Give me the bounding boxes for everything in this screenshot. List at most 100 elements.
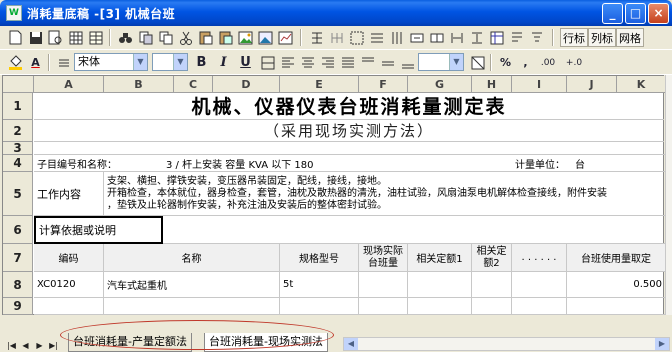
header-final-amount[interactable]: 台班使用量取定 [567, 244, 665, 272]
empty-cell[interactable] [280, 298, 359, 315]
horizontal-scrollbar[interactable]: ◀ ▶ [343, 337, 670, 351]
copy-icon[interactable] [156, 28, 175, 47]
work-content-value[interactable]: 支架、横担、撑铁安装，变压器吊装固定，配线，接线，接地。 开箱检查，本体就位，器… [104, 172, 665, 216]
header-spec[interactable]: 规格型号 [280, 244, 359, 272]
last-sheet-button[interactable]: ▶| [48, 340, 59, 351]
delete-row-icon[interactable] [367, 28, 386, 47]
italic-button[interactable]: I [214, 53, 233, 72]
work-content-label[interactable]: 工作内容 [34, 172, 104, 216]
empty-cell[interactable] [408, 298, 472, 315]
column-header-a[interactable]: A [34, 76, 104, 93]
sub-item-label[interactable]: 子目编号和名称： [34, 155, 174, 172]
sub-item-value[interactable]: 3 / 杆上安装 容量 KVA 以下 180 [163, 155, 513, 172]
insert-cell-icon[interactable] [347, 28, 366, 47]
bold-button[interactable]: B [192, 53, 211, 72]
data-more[interactable] [512, 272, 567, 298]
increase-decimal-button[interactable]: .00 [536, 53, 560, 72]
empty-cell[interactable] [34, 298, 104, 315]
calculation-basis-value[interactable] [163, 216, 665, 244]
delete-column-icon[interactable] [387, 28, 406, 47]
valign-top-icon[interactable] [358, 53, 377, 72]
align-center-icon[interactable] [298, 53, 317, 72]
column-header-h[interactable]: H [472, 76, 512, 93]
column-header-i[interactable]: I [512, 76, 567, 93]
row-height-icon[interactable] [467, 28, 486, 47]
percent-button[interactable]: % [496, 53, 515, 72]
scroll-left-icon[interactable]: ◀ [344, 338, 358, 350]
freeze-panes-icon[interactable] [487, 28, 506, 47]
column-header-toggle[interactable]: 列标 [588, 28, 616, 47]
data-quota-2[interactable] [472, 272, 512, 298]
table-icon[interactable] [86, 28, 105, 47]
format-menu-icon[interactable] [54, 53, 73, 72]
header-quota-2[interactable]: 相关定 额2 [472, 244, 512, 272]
insert-row-icon[interactable] [307, 28, 326, 47]
column-header-d[interactable]: D [213, 76, 280, 93]
grid-icon[interactable] [66, 28, 85, 47]
valign-middle-icon[interactable] [378, 53, 397, 72]
corner-cell[interactable] [3, 76, 34, 93]
spreadsheet-grid[interactable]: A B C D E F G H I J K 1 2 3 4 5 6 7 8 9 … [2, 75, 665, 315]
comma-button[interactable]: , [516, 53, 535, 72]
align-left-icon[interactable] [278, 53, 297, 72]
font-size-select[interactable]: ▼ [152, 53, 188, 71]
sheet-subtitle[interactable]: （采用现场实测方法） [34, 120, 664, 142]
header-quota-1[interactable]: 相关定额1 [408, 244, 472, 272]
gridlines-toggle[interactable]: 网格 [616, 28, 644, 47]
column-header-j[interactable]: J [567, 76, 617, 93]
row-header-4[interactable]: 4 [3, 155, 33, 172]
scroll-right-icon[interactable]: ▶ [655, 338, 669, 350]
cell-pattern-icon[interactable] [468, 53, 487, 72]
fill-color-icon[interactable] [6, 53, 25, 72]
row-header-5[interactable]: 5 [3, 172, 33, 216]
close-button[interactable]: × [648, 3, 669, 24]
column-header-k[interactable]: K [617, 76, 665, 93]
data-spec[interactable]: 5t [280, 272, 359, 298]
first-sheet-button[interactable]: |◀ [6, 340, 17, 351]
font-color-icon[interactable]: A [26, 53, 45, 72]
empty-row-cell[interactable] [34, 142, 665, 155]
prev-sheet-button[interactable]: ◀ [20, 340, 31, 351]
merge-cells-icon[interactable] [407, 28, 426, 47]
column-width-icon[interactable] [447, 28, 466, 47]
column-header-f[interactable]: F [359, 76, 408, 93]
decrease-decimal-button[interactable]: +.0 [562, 53, 586, 72]
data-name[interactable]: 汽车式起重机 [104, 272, 280, 298]
filter-icon[interactable] [527, 28, 546, 47]
insert-picture-icon[interactable] [256, 28, 275, 47]
empty-cell[interactable] [512, 298, 567, 315]
header-more[interactable]: . . . . . . [512, 244, 567, 272]
vertical-scrollbar[interactable] [665, 75, 672, 315]
row-header-6[interactable]: 6 [3, 216, 33, 244]
data-actual[interactable] [359, 272, 408, 298]
calculation-basis-cell[interactable]: 计算依据或说明 [34, 216, 163, 244]
chart-object-icon[interactable] [276, 28, 295, 47]
next-sheet-button[interactable]: ▶ [34, 340, 45, 351]
find-icon[interactable] [116, 28, 135, 47]
sheet-title[interactable]: 机械、仪器仪表台班消耗量测定表 [34, 94, 664, 120]
row-header-7[interactable]: 7 [3, 244, 33, 272]
border-icon[interactable] [258, 53, 277, 72]
border-style-select[interactable]: ▼ [418, 53, 464, 71]
sort-icon[interactable] [507, 28, 526, 47]
row-header-toggle[interactable]: 行标 [560, 28, 588, 47]
print-preview-icon[interactable] [46, 28, 65, 47]
empty-cell[interactable] [104, 298, 280, 315]
column-header-e[interactable]: E [280, 76, 359, 93]
data-quota-1[interactable] [408, 272, 472, 298]
row-header-2[interactable]: 2 [3, 120, 33, 142]
data-final-value[interactable]: 0.500 [567, 272, 665, 298]
insert-image-icon[interactable] [236, 28, 255, 47]
restore-button[interactable]: □ [625, 3, 646, 24]
minimize-button[interactable]: _ [602, 3, 623, 24]
justify-icon[interactable] [338, 53, 357, 72]
cut-icon[interactable] [176, 28, 195, 47]
row-header-9[interactable]: 9 [3, 298, 33, 315]
save-icon[interactable] [26, 28, 45, 47]
row-header-3[interactable]: 3 [3, 141, 33, 155]
paste-special-icon[interactable] [216, 28, 235, 47]
paste-icon[interactable] [196, 28, 215, 47]
split-cells-icon[interactable] [427, 28, 446, 47]
column-header-g[interactable]: G [408, 76, 472, 93]
empty-cell[interactable] [359, 298, 408, 315]
